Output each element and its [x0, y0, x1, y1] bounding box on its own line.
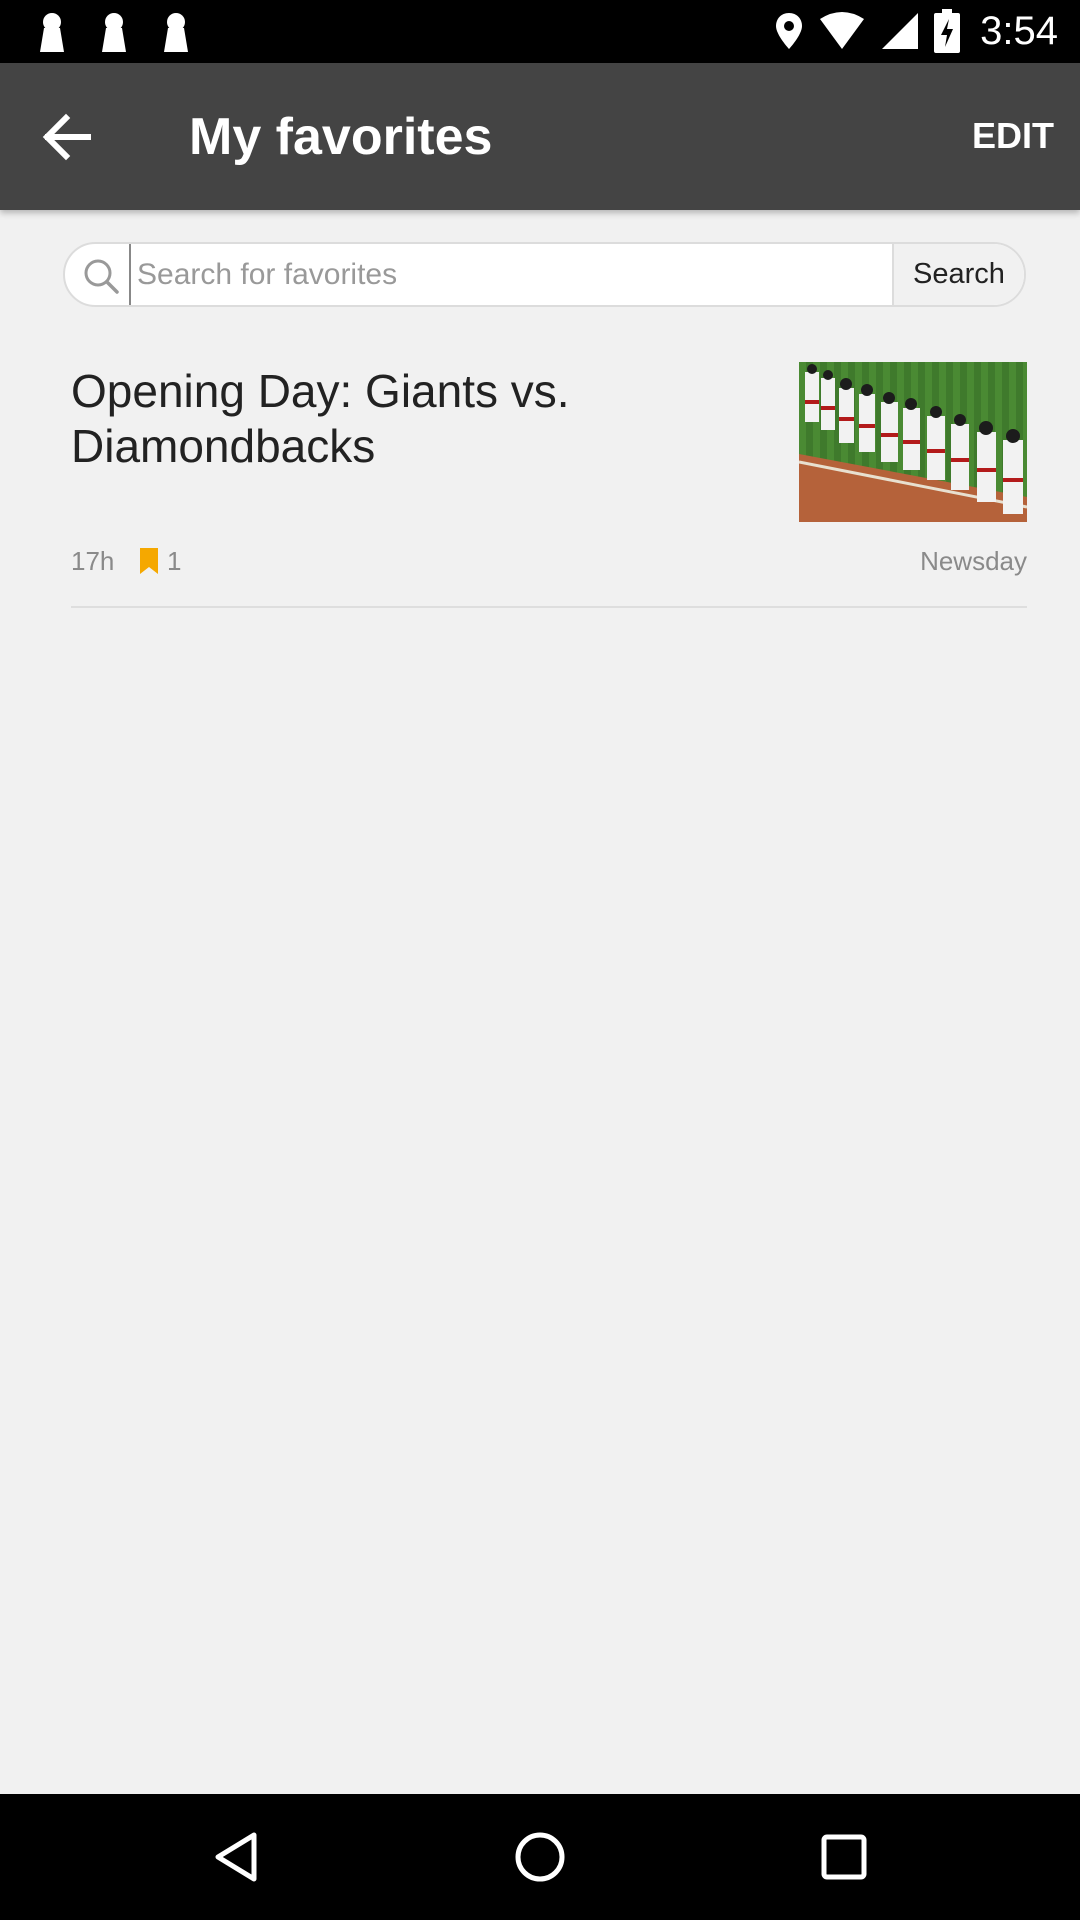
keyhole-icon	[102, 13, 126, 52]
notification-icons	[34, 12, 194, 52]
bookmark-count: 1	[167, 546, 182, 576]
arrow-back-icon[interactable]	[34, 105, 98, 169]
battery-charging-icon	[934, 9, 961, 53]
home-circle-icon[interactable]	[510, 1827, 570, 1887]
back-triangle-icon[interactable]	[206, 1827, 266, 1887]
signal-icon	[882, 13, 919, 49]
article-time: 17h	[71, 546, 115, 576]
navigation-bar	[0, 1794, 1080, 1920]
wifi-icon	[820, 12, 865, 49]
system-icons: 3:54	[774, 6, 1058, 56]
article-thumbnail[interactable]	[799, 362, 1027, 522]
article-source: Newsday	[920, 546, 1027, 576]
list-item[interactable]: Opening Day: Giants vs. Diamondbacks 17h…	[71, 356, 1027, 608]
app-bar: My favorites EDIT	[0, 63, 1080, 210]
page-title: My favorites	[189, 108, 493, 166]
article-title[interactable]: Opening Day: Giants vs. Diamondbacks	[71, 364, 771, 474]
status-bar: 3:54	[0, 0, 1080, 63]
bookmark-icon	[140, 548, 158, 574]
recents-square-icon[interactable]	[814, 1827, 874, 1887]
search-input[interactable]	[129, 244, 959, 305]
keyhole-icon	[164, 13, 188, 52]
search-button[interactable]: Search	[892, 244, 1024, 305]
location-icon	[776, 13, 803, 49]
baseball-team-photo	[799, 362, 1027, 522]
search-icon	[84, 259, 119, 294]
status-time: 3:54	[980, 8, 1058, 53]
search-bar: Search	[63, 242, 1026, 307]
edit-button[interactable]: EDIT	[972, 115, 1054, 157]
keyhole-icon	[40, 13, 64, 52]
